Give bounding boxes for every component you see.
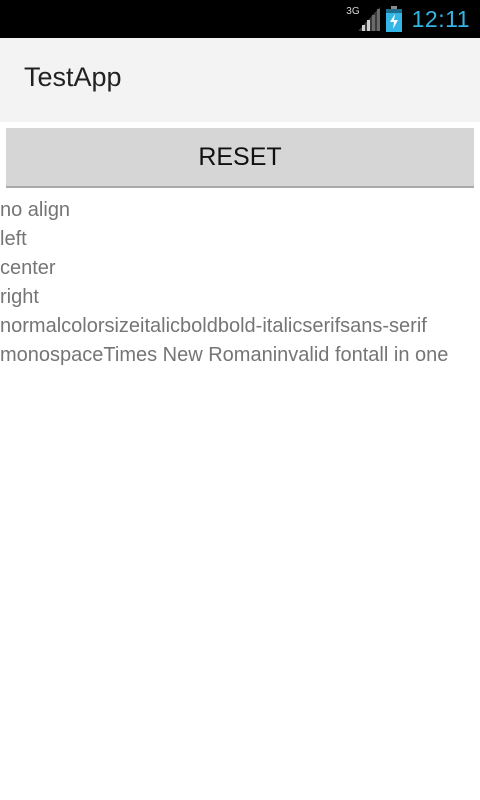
signal-icon <box>357 7 380 31</box>
status-bar: 3G 12:11 <box>0 0 480 38</box>
text-line-center: center <box>0 257 56 279</box>
app-title: TestApp <box>24 62 122 92</box>
text-list: no align left center right normalcolorsi… <box>0 196 480 370</box>
text-line-left: left <box>0 228 27 250</box>
text-line-no-align: no align <box>0 199 71 221</box>
status-clock: 12:11 <box>411 5 470 32</box>
network-type-label: 3G <box>346 5 360 17</box>
battery-charging-icon <box>385 6 402 32</box>
text-line-fonts: monospaceTimes New Romaninvalid fontall … <box>0 344 449 366</box>
action-bar: TestApp <box>0 38 480 122</box>
text-line-right: right <box>0 286 39 308</box>
text-line-styles: normalcolorsizeitalicboldbold-italicseri… <box>0 315 427 337</box>
reset-button[interactable]: RESET <box>6 128 474 188</box>
status-icons: 3G 12:11 <box>338 0 470 38</box>
